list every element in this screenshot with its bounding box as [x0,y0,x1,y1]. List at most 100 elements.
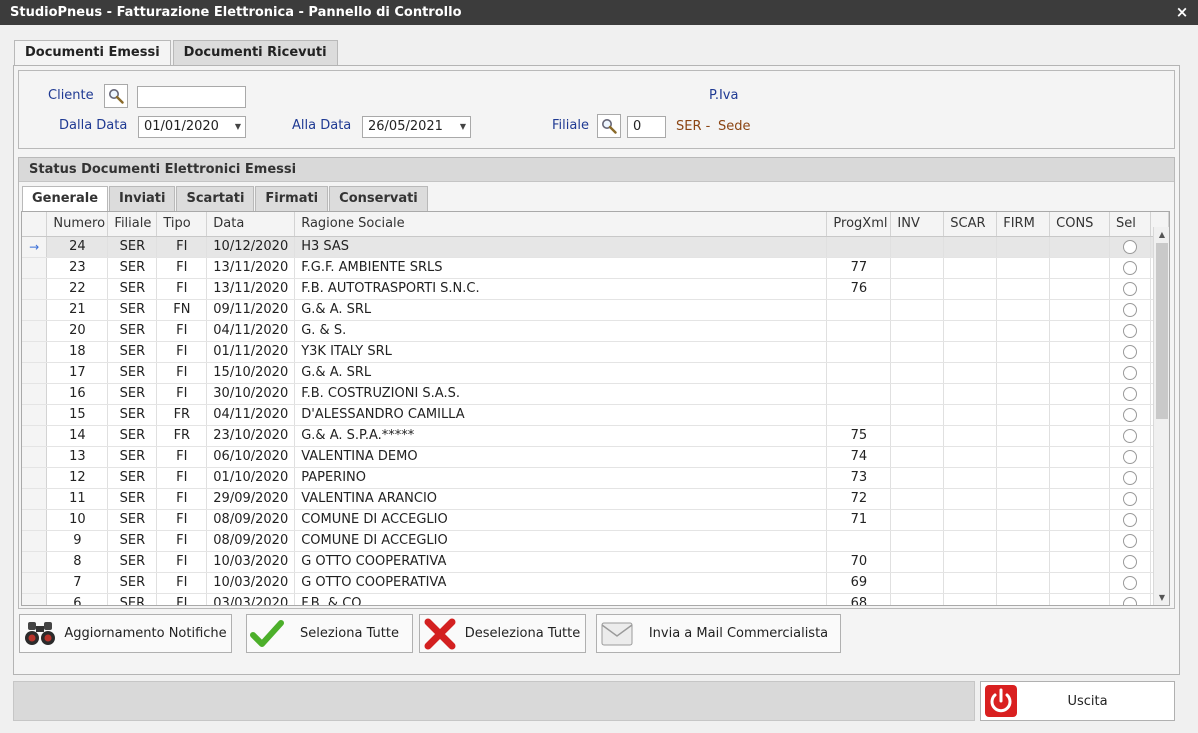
cell-inv [890,278,945,300]
magnifier-icon [109,89,124,104]
cell-sel[interactable] [1109,572,1151,594]
tab-generale[interactable]: Generale [22,186,109,211]
cell-filiale: SER [107,362,158,384]
alla-data-picker[interactable]: 26/05/2021 ▼ [362,116,471,138]
cell-inv [890,572,945,594]
col-header-inv[interactable]: INV [890,212,945,237]
select-radio[interactable] [1123,302,1137,317]
cell-sel[interactable] [1109,299,1151,321]
table-row[interactable]: 12 SER FI 01/10/2020 PAPERINO 73 [22,467,1169,489]
table-row[interactable]: 23 SER FI 13/11/2020 F.G.F. AMBIENTE SRLS 77 [22,257,1169,279]
tab-documenti-emessi[interactable]: Documenti Emessi [14,40,171,67]
cell-cons [1049,572,1111,594]
select-radio[interactable] [1123,470,1137,485]
table-row[interactable]: 14 SER FR 23/10/2020 G.& A. S.P.A.***** 75 [22,425,1169,447]
table-row[interactable]: 18 SER FI 01/11/2020 Y3K ITALY SRL [22,341,1169,363]
col-header-tipo[interactable]: Tipo [156,212,208,237]
cell-sel[interactable] [1109,551,1151,573]
cell-sel[interactable] [1109,446,1151,468]
filiale-input[interactable]: 0 [627,116,666,138]
deseleziona-tutte-button[interactable]: Deseleziona Tutte [419,614,586,653]
tab-conservati[interactable]: Conservati [329,186,428,211]
scroll-down-icon[interactable]: ▼ [1154,590,1169,605]
tab-firmati[interactable]: Firmati [255,186,329,211]
select-radio[interactable] [1123,575,1137,590]
table-row[interactable]: 10 SER FI 08/09/2020 COMUNE DI ACCEGLIO 71 [22,509,1169,531]
table-row[interactable]: 22 SER FI 13/11/2020 F.B. AUTOTRASPORTI S.N.… [22,278,1169,300]
col-header-ragione-sociale[interactable]: Ragione Sociale [294,212,828,237]
table-row[interactable]: 20 SER FI 04/11/2020 G. & S. [22,320,1169,342]
cell-tipo: FI [156,278,208,300]
cell-sel[interactable] [1109,488,1151,510]
select-radio[interactable] [1123,512,1137,527]
binoculars-icon [20,616,60,652]
col-header-cons[interactable]: CONS [1049,212,1111,237]
cliente-lookup-button[interactable] [104,84,128,108]
col-header-filiale[interactable]: Filiale [107,212,158,237]
tab-scartati[interactable]: Scartati [176,186,255,211]
cell-sel[interactable] [1109,467,1151,489]
cell-sel[interactable] [1109,257,1151,279]
dalla-data-picker[interactable]: 01/01/2020 ▼ [138,116,246,138]
select-radio[interactable] [1123,344,1137,359]
select-radio[interactable] [1123,491,1137,506]
select-radio[interactable] [1123,323,1137,338]
cell-sel[interactable] [1109,593,1151,605]
select-radio[interactable] [1123,407,1137,422]
cell-scar [943,593,998,605]
col-header-firm[interactable]: FIRM [996,212,1051,237]
select-radio[interactable] [1123,365,1137,380]
col-header-scar[interactable]: SCAR [943,212,998,237]
filiale-lookup-button[interactable] [597,114,621,138]
col-header-sel[interactable]: Sel [1109,212,1151,237]
table-row[interactable]: 8 SER FI 10/03/2020 G OTTO COOPERATIVA 70 [22,551,1169,573]
cell-sel[interactable] [1109,425,1151,447]
select-radio[interactable] [1123,428,1137,443]
col-header-data[interactable]: Data [206,212,296,237]
table-row[interactable]: 9 SER FI 08/09/2020 COMUNE DI ACCEGLIO [22,530,1169,552]
cell-sel[interactable] [1109,236,1151,258]
select-radio[interactable] [1123,533,1137,548]
cell-sel[interactable] [1109,383,1151,405]
select-radio[interactable] [1123,281,1137,296]
close-icon[interactable]: × [1174,0,1190,25]
table-row[interactable]: → 24 SER FI 10/12/2020 H3 SAS [22,236,1169,258]
seleziona-tutte-button[interactable]: Seleziona Tutte [246,614,413,653]
select-radio[interactable] [1123,449,1137,464]
invia-mail-commercialista-button[interactable]: Invia a Mail Commercialista [596,614,841,653]
tab-documenti-ricevuti[interactable]: Documenti Ricevuti [172,40,338,66]
col-header-progxml[interactable]: ProgXml [826,212,892,237]
seleziona-label: Seleziona Tutte [300,626,399,641]
col-header-numero[interactable]: Numero [46,212,109,237]
cliente-input[interactable] [137,86,246,108]
cell-sel[interactable] [1109,530,1151,552]
vertical-scrollbar[interactable]: ▲ ▼ [1153,227,1169,605]
scroll-up-icon[interactable]: ▲ [1154,227,1169,243]
tab-inviati[interactable]: Inviati [109,186,176,211]
table-header-row: Numero Filiale Tipo Data Ragione Sociale… [22,212,1169,237]
table-row[interactable]: 13 SER FI 06/10/2020 VALENTINA DEMO 74 [22,446,1169,468]
table-row[interactable]: 6 SER FI 03/03/2020 F.B. & CO. 68 [22,593,1169,605]
select-radio[interactable] [1123,596,1137,605]
select-radio[interactable] [1123,260,1137,275]
cell-sel[interactable] [1109,509,1151,531]
cell-sel[interactable] [1109,341,1151,363]
cell-sel[interactable] [1109,278,1151,300]
aggiornamento-notifiche-button[interactable]: Aggiornamento Notifiche [19,614,232,653]
cell-cons [1049,467,1111,489]
table-row[interactable]: 17 SER FI 15/10/2020 G.& A. SRL [22,362,1169,384]
select-radio[interactable] [1123,554,1137,569]
scroll-thumb[interactable] [1156,243,1168,419]
table-row[interactable]: 16 SER FI 30/10/2020 F.B. COSTRUZIONI S.A.S. [22,383,1169,405]
table-row[interactable]: 15 SER FR 04/11/2020 D'ALESSANDRO CAMILLA [22,404,1169,426]
table-row[interactable]: 21 SER FN 09/11/2020 G.& A. SRL [22,299,1169,321]
table-row[interactable]: 11 SER FI 29/09/2020 VALENTINA ARANCIO 72 [22,488,1169,510]
uscita-button[interactable]: Uscita [980,681,1175,721]
cell-sel[interactable] [1109,404,1151,426]
select-radio[interactable] [1123,239,1137,254]
cell-firm [996,509,1051,531]
cell-sel[interactable] [1109,362,1151,384]
cell-sel[interactable] [1109,320,1151,342]
select-radio[interactable] [1123,386,1137,401]
table-row[interactable]: 7 SER FI 10/03/2020 G OTTO COOPERATIVA 69 [22,572,1169,594]
